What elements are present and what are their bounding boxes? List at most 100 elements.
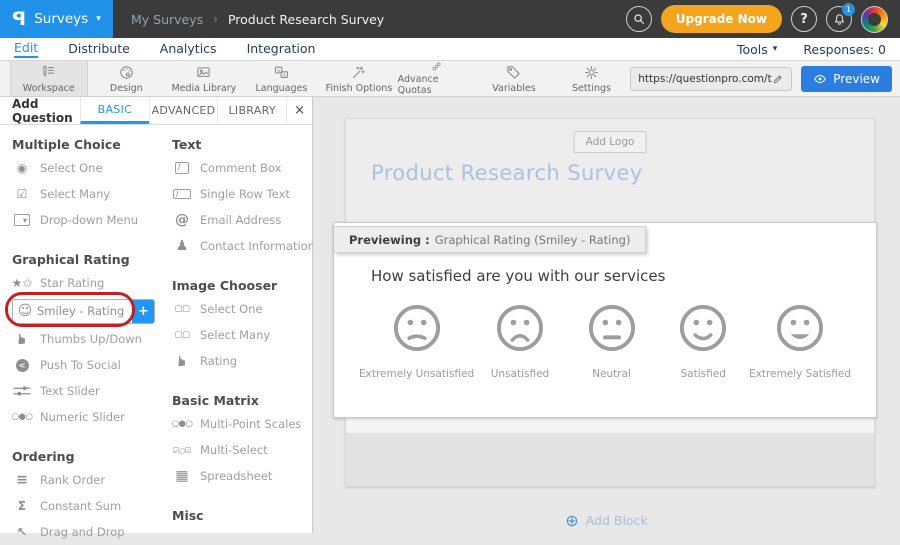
question-preview-card: Previewing : Graphical Rating (Smiley - … <box>333 222 877 418</box>
upgrade-now-button[interactable]: Upgrade Now <box>661 5 782 33</box>
search-icon <box>632 12 646 26</box>
toolbar-design[interactable]: Design <box>88 61 166 96</box>
palette-icon <box>118 64 135 81</box>
qt-multi-point-scales[interactable]: ○●○ Multi-Point Scales <box>172 411 313 437</box>
qt-email-address[interactable]: @ Email Address <box>172 207 313 233</box>
close-icon: × <box>294 103 305 118</box>
tab-basic[interactable]: BASIC <box>80 97 149 124</box>
toolbar-media-library[interactable]: Media Library <box>165 61 243 96</box>
panel-title: Add Question <box>0 97 80 124</box>
svg-text:a: a <box>277 68 280 73</box>
add-logo-button[interactable]: Add Logo <box>574 131 647 153</box>
tab-library[interactable]: LIBRARY <box>217 97 286 124</box>
breadcrumb-chevron-icon: › <box>213 12 218 26</box>
smiley-slight-frown-icon <box>392 303 442 353</box>
avatar-gauge-icon <box>868 13 881 26</box>
image-icon <box>195 64 212 81</box>
qt-rank-order[interactable]: ≡ Rank Order <box>12 467 160 493</box>
question-types-column-1: Multiple Choice ◉ Select One ☑ Select Ma… <box>0 125 160 545</box>
add-block-button[interactable]: ⊕ Add Block <box>313 511 900 530</box>
preview-button[interactable]: Preview <box>801 66 892 92</box>
option-unsatisfied[interactable]: Unsatisfied <box>474 303 566 380</box>
survey-url-input[interactable] <box>638 73 772 85</box>
notifications-button[interactable]: 1 <box>826 6 852 32</box>
question-types-column-2: Text I Comment Box I Single Row Text @ E… <box>160 125 313 526</box>
smiley-icon: ☺ <box>13 303 37 319</box>
tag-icon <box>505 64 522 81</box>
qt-thumbs-up-down[interactable]: ☛ Thumbs Up/Down <box>12 326 160 352</box>
product-name: Surveys <box>34 11 88 27</box>
close-panel-button[interactable]: × <box>286 97 312 124</box>
qt-image-select-many[interactable]: ▢▢ Select Many <box>172 322 313 348</box>
avatar[interactable] <box>861 6 888 33</box>
help-button[interactable]: ? <box>791 6 817 32</box>
section-misc: Misc <box>172 508 313 523</box>
qt-single-row-text[interactable]: I Single Row Text <box>172 181 313 207</box>
section-multiple-choice: Multiple Choice <box>12 137 160 152</box>
at-sign-icon: @ <box>172 212 192 228</box>
grid-icon: ▦ <box>172 468 192 484</box>
previewing-tab: Previewing : Graphical Rating (Smiley - … <box>334 226 646 253</box>
option-neutral[interactable]: Neutral <box>566 303 658 380</box>
dual-image-icon: ▢▢ <box>172 304 192 314</box>
stars-icon: ★✩ <box>12 276 32 290</box>
tab-advanced[interactable]: ADVANCED <box>149 97 218 124</box>
option-extremely-satisfied[interactable]: Extremely Satisfied <box>749 303 851 380</box>
responses-count[interactable]: Responses: 0 <box>803 42 886 57</box>
dropdown-box-icon: ▾ <box>14 214 30 226</box>
qt-image-select-one[interactable]: ▢▢ Select One <box>172 296 313 322</box>
qt-smiley-rating-selected[interactable]: ☺ Smiley - Rating + <box>12 296 160 326</box>
qt-star-rating[interactable]: ★✩ Star Rating <box>12 270 160 296</box>
qt-multi-select[interactable]: ☑○☑ Multi-Select <box>172 437 313 463</box>
qt-select-many[interactable]: ☑ Select Many <box>12 181 160 207</box>
smiley-frown-icon <box>495 303 545 353</box>
section-text: Text <box>172 137 313 152</box>
qt-numeric-slider[interactable]: ○●○ Numeric Slider <box>12 404 160 430</box>
add-smiley-question-button[interactable]: + <box>132 299 154 324</box>
smiley-big-smile-icon <box>775 303 825 353</box>
thumb-icon: ☛ <box>174 355 190 368</box>
toolbar-settings[interactable]: Settings <box>553 61 631 96</box>
circled-plus-icon: ⊕ <box>565 511 578 530</box>
qt-push-to-social[interactable]: < Push To Social <box>12 352 160 378</box>
option-extremely-unsatisfied[interactable]: Extremely Unsatisfied <box>359 303 474 380</box>
help-icon: ? <box>800 12 808 27</box>
qt-comment-box[interactable]: I Comment Box <box>172 155 313 181</box>
qt-text-slider[interactable]: Text Slider <box>12 378 160 404</box>
qt-constant-sum[interactable]: Σ Constant Sum <box>12 493 160 519</box>
toolbar-finish-options[interactable]: Finish Options <box>320 61 398 96</box>
qt-image-rating[interactable]: ☛ Rating <box>172 348 313 374</box>
toolbar-variables[interactable]: Variables <box>475 61 553 96</box>
qt-select-one[interactable]: ◉ Select One <box>12 155 160 181</box>
tab-analytics[interactable]: Analytics <box>160 41 217 57</box>
workspace-icon <box>40 64 57 81</box>
surveys-product-menu[interactable]: P Surveys ▾ <box>0 0 113 38</box>
toolbar-advance-quotas[interactable]: Advance Quotas <box>398 61 476 96</box>
qt-spreadsheet[interactable]: ▦ Spreadsheet <box>172 463 313 489</box>
sigma-icon: Σ <box>12 499 32 513</box>
tab-distribute[interactable]: Distribute <box>68 41 130 57</box>
qt-drag-and-drop[interactable]: ↖ Drag and Drop <box>12 519 160 545</box>
multi-point-icon: ○●○ <box>172 419 192 429</box>
questionpro-logo-icon: P <box>12 8 26 30</box>
qt-contact-information[interactable]: ♟ Contact Information <box>172 233 313 259</box>
comment-box-icon: I <box>175 162 189 174</box>
toolbar-workspace[interactable]: Workspace <box>10 61 88 96</box>
qt-drop-down-menu[interactable]: ▾ Drop-down Menu <box>12 207 160 233</box>
tools-menu[interactable]: Tools ▾ <box>737 42 777 57</box>
section-ordering: Ordering <box>12 449 160 464</box>
single-row-icon: I <box>173 189 191 199</box>
tab-integration[interactable]: Integration <box>247 41 316 57</box>
option-satisfied[interactable]: Satisfied <box>657 303 749 380</box>
numeric-slider-icon: ○●○ <box>12 412 32 422</box>
smiley-rating-box[interactable]: ☺ Smiley - Rating + <box>12 299 155 324</box>
breadcrumb-my-surveys[interactable]: My Surveys <box>131 12 203 27</box>
edit-toolbar: Workspace Design Media Library a A Langu… <box>0 61 900 97</box>
survey-url-field <box>630 67 792 91</box>
pencil-icon[interactable] <box>772 73 784 85</box>
survey-canvas: Add Logo Product Research Survey Preview… <box>313 97 900 533</box>
tab-edit[interactable]: Edit <box>14 40 38 58</box>
search-button[interactable] <box>626 6 652 32</box>
survey-title[interactable]: Product Research Survey <box>371 161 643 185</box>
toolbar-languages[interactable]: a A Languages <box>243 61 321 96</box>
